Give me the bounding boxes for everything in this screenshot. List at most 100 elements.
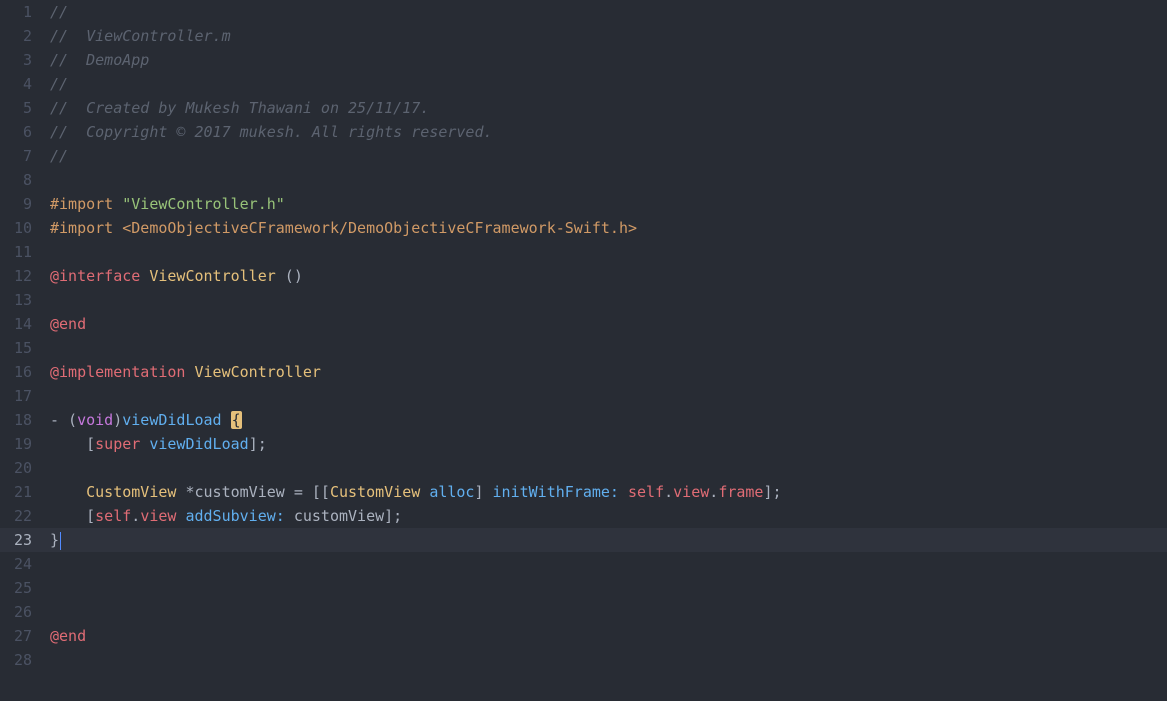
line-number: 22 <box>0 504 32 528</box>
line-number: 21 <box>0 480 32 504</box>
code-line[interactable] <box>50 240 1167 264</box>
code-line[interactable]: @implementation ViewController <box>50 360 1167 384</box>
comment-text: // <box>50 75 68 93</box>
code-line[interactable] <box>50 384 1167 408</box>
import-keyword: #import <box>50 219 113 237</box>
super-keyword: super <box>95 435 140 453</box>
import-path: <DemoObjectiveCFramework/DemoObjectiveCF… <box>122 219 637 237</box>
comment-text: // <box>50 147 68 165</box>
interface-keyword: @interface <box>50 267 140 285</box>
line-number: 28 <box>0 648 32 672</box>
line-number: 26 <box>0 600 32 624</box>
code-text: [ <box>50 435 95 453</box>
code-line[interactable] <box>50 168 1167 192</box>
code-line[interactable] <box>50 288 1167 312</box>
code-line[interactable]: #import "ViewController.h" <box>50 192 1167 216</box>
code-line-current[interactable]: } <box>50 528 1167 552</box>
property-name: frame <box>718 483 763 501</box>
line-number: 2 <box>0 24 32 48</box>
line-number: 19 <box>0 432 32 456</box>
line-number: 14 <box>0 312 32 336</box>
line-number: 12 <box>0 264 32 288</box>
line-number: 18 <box>0 408 32 432</box>
code-line[interactable] <box>50 576 1167 600</box>
line-number: 23 <box>0 528 32 552</box>
code-text: ) <box>113 411 122 429</box>
line-number: 11 <box>0 240 32 264</box>
code-line[interactable] <box>50 648 1167 672</box>
type-name: CustomView <box>86 483 176 501</box>
code-line[interactable]: [super viewDidLoad]; <box>50 432 1167 456</box>
end-keyword: @end <box>50 315 86 333</box>
self-keyword: self <box>628 483 664 501</box>
method-name: viewDidLoad <box>122 411 221 429</box>
code-text: - ( <box>50 411 77 429</box>
code-line[interactable]: // Created by Mukesh Thawani on 25/11/17… <box>50 96 1167 120</box>
code-text: [ <box>50 507 95 525</box>
line-number: 4 <box>0 72 32 96</box>
class-name: ViewController <box>149 267 275 285</box>
code-line[interactable]: // <box>50 72 1167 96</box>
code-line[interactable]: #import <DemoObjectiveCFramework/DemoObj… <box>50 216 1167 240</box>
code-line[interactable] <box>50 552 1167 576</box>
code-line[interactable]: // DemoApp <box>50 48 1167 72</box>
code-line[interactable] <box>50 456 1167 480</box>
code-text <box>50 483 86 501</box>
line-number: 7 <box>0 144 32 168</box>
class-name: ViewController <box>195 363 321 381</box>
comment-text: // Created by Mukesh Thawani on 25/11/17… <box>50 99 429 117</box>
line-number: 3 <box>0 48 32 72</box>
code-text: () <box>276 267 303 285</box>
code-area[interactable]: // // ViewController.m // DemoApp // // … <box>46 0 1167 701</box>
code-line[interactable]: // <box>50 0 1167 24</box>
code-line[interactable]: // <box>50 144 1167 168</box>
property-name: view <box>673 483 709 501</box>
code-line[interactable]: CustomView *customView = [[CustomView al… <box>50 480 1167 504</box>
code-line[interactable]: @end <box>50 624 1167 648</box>
line-number: 9 <box>0 192 32 216</box>
property-name: view <box>140 507 176 525</box>
code-text: ] <box>474 483 492 501</box>
line-number: 1 <box>0 0 32 24</box>
implementation-keyword: @implementation <box>50 363 185 381</box>
message-name: initWithFrame: <box>493 483 619 501</box>
comment-text: // Copyright © 2017 mukesh. All rights r… <box>50 123 493 141</box>
import-path: "ViewController.h" <box>122 195 285 213</box>
code-editor[interactable]: 1 2 3 4 5 6 7 8 9 10 11 12 13 14 15 16 1… <box>0 0 1167 701</box>
line-number: 13 <box>0 288 32 312</box>
cursor-icon <box>60 532 61 550</box>
code-line[interactable]: // ViewController.m <box>50 24 1167 48</box>
message-name: addSubview: <box>185 507 284 525</box>
comment-text: // ViewController.m <box>50 27 231 45</box>
import-keyword: #import <box>50 195 113 213</box>
line-number: 27 <box>0 624 32 648</box>
self-keyword: self <box>95 507 131 525</box>
matching-brace-open: { <box>231 411 242 429</box>
line-number: 6 <box>0 120 32 144</box>
code-line[interactable]: @end <box>50 312 1167 336</box>
code-line[interactable]: - (void)viewDidLoad { <box>50 408 1167 432</box>
code-line[interactable]: // Copyright © 2017 mukesh. All rights r… <box>50 120 1167 144</box>
code-line[interactable]: [self.view addSubview: customView]; <box>50 504 1167 528</box>
code-line[interactable] <box>50 600 1167 624</box>
line-number: 8 <box>0 168 32 192</box>
line-number: 25 <box>0 576 32 600</box>
message-name: viewDidLoad <box>149 435 248 453</box>
line-number: 16 <box>0 360 32 384</box>
line-number: 15 <box>0 336 32 360</box>
line-number: 20 <box>0 456 32 480</box>
line-number: 5 <box>0 96 32 120</box>
line-number: 17 <box>0 384 32 408</box>
line-number: 24 <box>0 552 32 576</box>
code-line[interactable] <box>50 336 1167 360</box>
matching-brace-close: } <box>50 531 59 549</box>
line-number: 10 <box>0 216 32 240</box>
code-line[interactable]: @interface ViewController () <box>50 264 1167 288</box>
code-text: ]; <box>249 435 267 453</box>
code-text: *customView = [[ <box>176 483 330 501</box>
code-text: ]; <box>763 483 781 501</box>
type-name: CustomView <box>330 483 420 501</box>
message-name: alloc <box>429 483 474 501</box>
code-text: customView]; <box>285 507 402 525</box>
comment-text: // <box>50 3 68 21</box>
